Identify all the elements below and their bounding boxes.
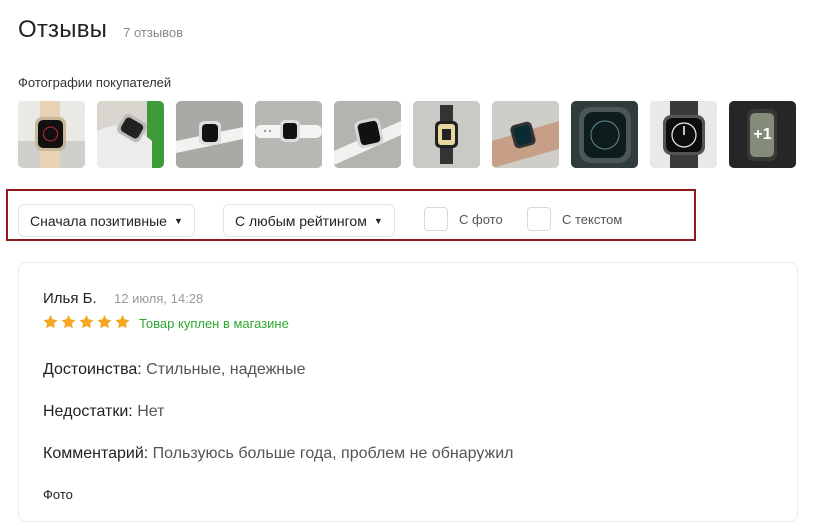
customer-photo-9[interactable]: [650, 101, 717, 168]
star-icon: [61, 315, 76, 329]
review-author: Илья Б.: [43, 290, 97, 307]
with-text-label[interactable]: С текстом: [562, 212, 622, 227]
star-icon: [79, 315, 94, 329]
photo-watch-angle-icon: [334, 101, 401, 168]
review-cons: Недостатки: Нет: [43, 403, 164, 421]
customer-photo-6[interactable]: [413, 101, 480, 168]
reviews-header: Отзывы 7 отзывов: [18, 16, 183, 44]
customer-photo-8[interactable]: [571, 101, 638, 168]
rating-dropdown-label: С любым рейтингом: [235, 212, 367, 229]
more-photos-count: +1: [729, 101, 796, 168]
photo-watch-closeup-icon: [571, 101, 638, 168]
customer-photo-2[interactable]: [97, 101, 164, 168]
with-photo-checkbox[interactable]: [424, 207, 448, 231]
rating-dropdown[interactable]: С любым рейтингом ▼: [223, 204, 395, 237]
comment-text: Пользуюсь больше года, проблем не обнару…: [148, 445, 514, 462]
pros-label: Достоинства:: [43, 361, 142, 378]
cons-text: Нет: [132, 403, 165, 420]
page-title: Отзывы: [18, 16, 108, 43]
photo-watch-box-icon: [413, 101, 480, 168]
sort-dropdown[interactable]: Сначала позитивные ▼: [18, 204, 195, 237]
with-text-checkbox[interactable]: [527, 207, 551, 231]
photo-watch-flat-icon: [255, 101, 322, 168]
comment-label: Комментарий:: [43, 445, 149, 462]
customer-photos-strip: +1: [18, 101, 796, 168]
review-pros: Достоинства: Стильные, надежные: [43, 361, 306, 379]
star-icon: [97, 315, 112, 329]
with-photo-label[interactable]: С фото: [459, 212, 503, 227]
sort-dropdown-label: Сначала позитивные: [30, 212, 167, 229]
chevron-down-icon: ▼: [173, 215, 183, 226]
customer-photo-1[interactable]: [18, 101, 85, 168]
photo-watch-hand-icon: [97, 101, 164, 168]
review-date: 12 июля, 14:28: [114, 291, 204, 306]
customer-photo-5[interactable]: [334, 101, 401, 168]
bought-in-store-badge: Товар куплен в магазине: [139, 316, 289, 331]
cons-label: Недостатки:: [43, 403, 133, 420]
photo-watch-steel-icon: [650, 101, 717, 168]
pros-text: Стильные, надежные: [141, 361, 306, 378]
review-photos-label: Фото: [43, 487, 73, 502]
photo-watch-table-icon: [176, 101, 243, 168]
rating-stars: [42, 314, 131, 330]
customer-photo-7[interactable]: [492, 101, 559, 168]
chevron-down-icon: ▼: [373, 215, 383, 226]
photo-watch-wrist-icon: [18, 101, 85, 168]
star-icon: [115, 315, 130, 329]
reviews-count[interactable]: 7 отзывов: [123, 25, 183, 40]
photo-watch-arm-icon: [492, 101, 559, 168]
review-comment: Комментарий: Пользуюсь больше года, проб…: [43, 445, 513, 463]
customer-photo-10[interactable]: +1: [729, 101, 796, 168]
customer-photo-4[interactable]: [255, 101, 322, 168]
star-icon: [43, 315, 58, 329]
customer-photos-label: Фотографии покупателей: [18, 75, 172, 90]
customer-photo-3[interactable]: [176, 101, 243, 168]
